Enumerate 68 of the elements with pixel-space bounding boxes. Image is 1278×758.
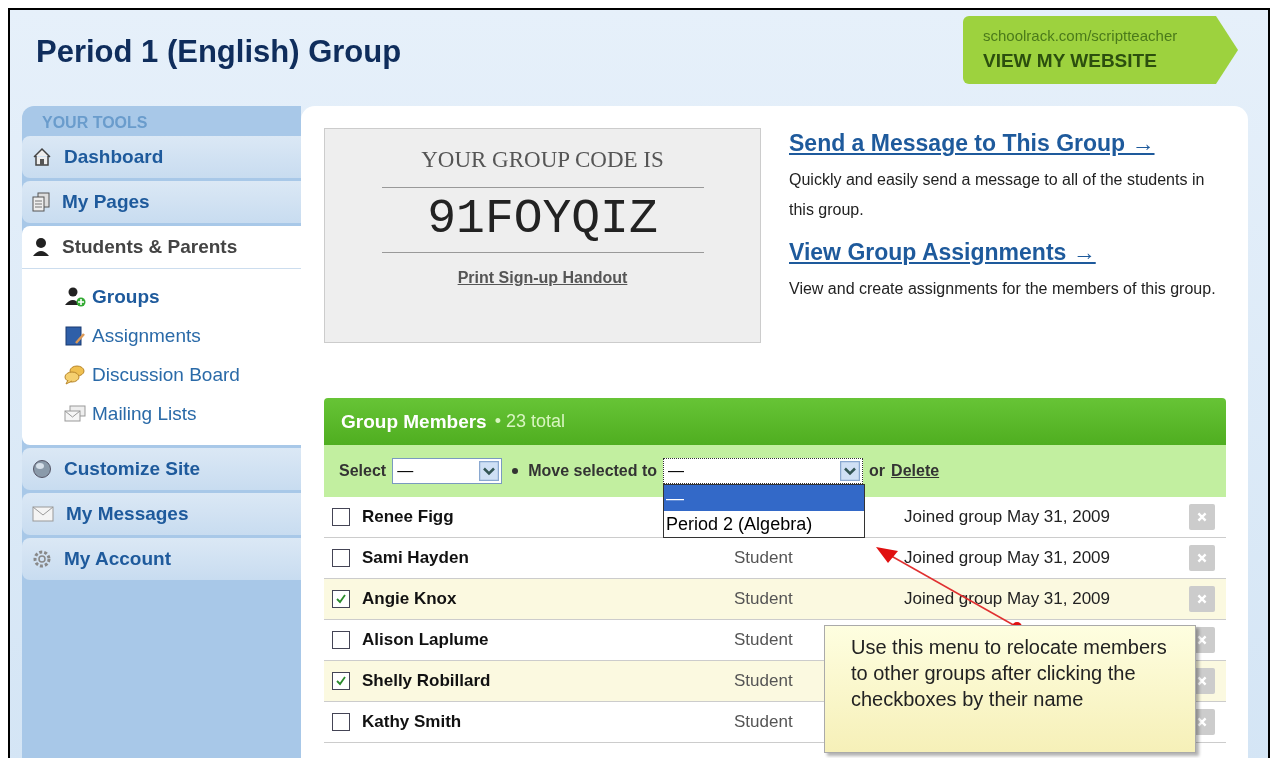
- sidebar-subitem[interactable]: Groups: [64, 277, 301, 316]
- checkbox[interactable]: [332, 549, 350, 567]
- member-name: Angie Knox: [362, 589, 457, 608]
- close-icon: [1196, 511, 1208, 523]
- checkmark-icon: [335, 675, 347, 687]
- checkmark-icon: [335, 593, 347, 605]
- action-description: Quickly and easily send a message to all of the students in this group.: [789, 170, 1206, 220]
- globe-icon: [32, 459, 52, 479]
- dropdown-option[interactable]: Period 2 (Algebra): [664, 511, 865, 537]
- close-icon: [1196, 675, 1208, 687]
- sidebar-item[interactable]: My Account: [22, 538, 301, 580]
- close-icon: [1196, 716, 1208, 728]
- select-dropdown[interactable]: —: [392, 458, 503, 484]
- person-icon: [32, 237, 50, 257]
- sidebar-item[interactable]: My Messages: [22, 493, 301, 535]
- envelope-icon: [32, 506, 54, 522]
- checkbox[interactable]: [332, 713, 350, 731]
- envelopes-icon: [64, 404, 86, 423]
- pages-icon: [32, 192, 50, 212]
- action-link[interactable]: Send a Message to This Group →: [789, 130, 1155, 157]
- member-role: Student: [734, 630, 793, 649]
- sidebar-subitem[interactable]: Assignments: [64, 316, 301, 355]
- member-name: Renee Figg: [362, 507, 454, 526]
- member-role: Student: [734, 589, 793, 608]
- move-dropdown[interactable]: —: [663, 458, 864, 484]
- checkbox[interactable]: [332, 590, 350, 608]
- page-title: Period 1 (English) Group: [36, 34, 402, 70]
- sidebar-heading: YOUR TOOLS: [41, 113, 149, 133]
- joined-date: Joined group May 31, 2009: [904, 548, 1111, 567]
- member-name: Alison Laplume: [362, 630, 489, 649]
- sidebar-subitem[interactable]: Discussion Board: [64, 355, 301, 394]
- sidebar-item[interactable]: Dashboard: [22, 136, 301, 178]
- print-link[interactable]: Print Sign-up Handout: [457, 269, 628, 287]
- view-website-button[interactable]: schoolrack.com/scriptteacher VIEW MY WEBSITE: [963, 16, 1238, 84]
- book-icon: [64, 325, 86, 346]
- delete-link[interactable]: Delete: [891, 462, 940, 480]
- checkbox[interactable]: [332, 631, 350, 649]
- speech-bubbles-icon: [64, 364, 86, 385]
- close-icon: [1196, 634, 1208, 646]
- member-name: Kathy Smith: [362, 712, 462, 731]
- code-heading: YOUR GROUP CODE IS: [381, 147, 704, 188]
- member-name: Shelly Robillard: [362, 671, 491, 690]
- joined-date: Joined group May 31, 2009: [904, 507, 1111, 526]
- select-label: Select: [339, 462, 387, 480]
- member-role: Student: [734, 712, 793, 731]
- sidebar-subitem[interactable]: Mailing Lists: [64, 394, 301, 433]
- callout-tooltip: Use this menu to relocate members to other groups after clicking the checkboxes by their name: [824, 625, 1196, 753]
- action-description: View and create assignments for the members of this group.: [789, 279, 1217, 299]
- close-icon: [1196, 593, 1208, 605]
- checkbox[interactable]: [332, 672, 350, 690]
- or-label: or: [869, 462, 886, 480]
- group-code: 91FOYQIZ: [381, 188, 704, 253]
- close-icon: [1196, 552, 1208, 564]
- add-person-icon: [64, 286, 86, 307]
- sidebar-item[interactable]: Customize Site: [22, 448, 301, 490]
- dropdown-option[interactable]: —: [664, 485, 865, 511]
- sidebar-item[interactable]: Students & Parents: [22, 226, 301, 269]
- move-label: Move selected to: [528, 462, 658, 480]
- member-count: • 23 total: [494, 411, 566, 432]
- members-title: Group Members: [341, 410, 487, 433]
- member-role: Student: [734, 548, 793, 567]
- member-name: Sami Hayden: [362, 548, 469, 567]
- checkbox[interactable]: [332, 508, 350, 526]
- member-role: Student: [734, 671, 793, 690]
- gear-icon: [32, 549, 52, 569]
- action-link[interactable]: View Group Assignments →: [789, 239, 1096, 266]
- house-icon: [32, 147, 52, 167]
- sidebar-item[interactable]: My Pages: [22, 181, 301, 223]
